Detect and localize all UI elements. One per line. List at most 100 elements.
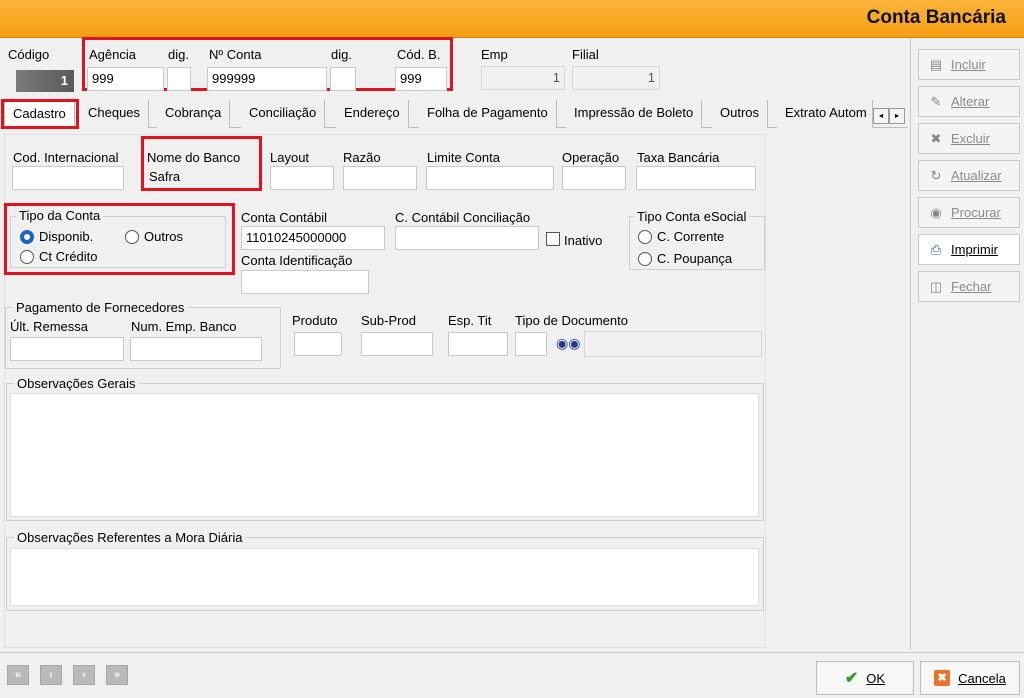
emp-label: Emp (481, 47, 508, 62)
cancel-icon: ✖ (934, 670, 951, 686)
limite-conta-label: Limite Conta (427, 150, 500, 165)
binoculars-icon: ◉ (930, 204, 942, 220)
tab-cobranca[interactable]: Cobrança (157, 100, 231, 128)
radio-conta-corrente[interactable] (638, 230, 652, 244)
title-bar: Conta Bancária (0, 0, 1024, 38)
conta-conciliacao-input[interactable] (395, 226, 539, 250)
nome-banco-input[interactable]: Safra (145, 166, 255, 190)
obs-mora-title: Observações Referentes a Mora Diária (14, 530, 246, 545)
incluir-button[interactable]: ▤ Incluir (918, 49, 1020, 80)
delete-icon: ✖ (930, 130, 942, 146)
printer-icon: ⎙ (930, 241, 942, 257)
alterar-button[interactable]: ✎ Alterar (918, 86, 1020, 117)
operacao-label: Operação (562, 150, 620, 165)
obs-gerais-textarea[interactable] (10, 393, 759, 517)
procurar-button[interactable]: ◉ Procurar (918, 197, 1020, 228)
first-record-icon[interactable]: « (7, 665, 29, 685)
limite-conta-input[interactable] (426, 166, 554, 190)
conta-label: Nº Conta (209, 47, 262, 62)
subprod-label: Sub-Prod (361, 313, 416, 328)
edit-icon: ✎ (930, 93, 942, 109)
conta-identificacao-input[interactable] (241, 270, 369, 294)
radio-conta-poupanca-label: C. Poupança (657, 251, 733, 266)
agencia-input[interactable]: 999 (87, 67, 164, 91)
previous-record-icon[interactable]: ‹ (40, 665, 62, 685)
num-emp-banco-label: Num. Emp. Banco (131, 319, 237, 334)
taxa-bancaria-label: Taxa Bancária (637, 150, 720, 165)
razao-label: Razão (343, 150, 381, 165)
radio-outros[interactable] (125, 230, 139, 244)
num-emp-banco-input[interactable] (130, 337, 262, 361)
fechar-button[interactable]: ◫ Fechar (918, 271, 1020, 302)
produto-input[interactable] (294, 332, 342, 356)
binoculars-icon[interactable]: ◉◉ (556, 335, 580, 353)
window-title: Conta Bancária (866, 7, 1006, 28)
pagamento-title: Pagamento de Fornecedores (13, 300, 188, 315)
agencia-dig-input[interactable] (167, 67, 191, 91)
filial-input: 1 (572, 66, 660, 90)
operacao-input[interactable] (562, 166, 626, 190)
layout-label: Layout (270, 150, 310, 165)
codigo-label: Código (8, 47, 50, 62)
cancel-button[interactable]: ✖ Cancela (920, 661, 1020, 695)
tipo-esocial-title: Tipo Conta eSocial (634, 209, 750, 224)
conta-contabil-label: Conta Contábil (241, 210, 327, 225)
last-record-icon[interactable]: » (106, 665, 128, 685)
tab-impressao-boleto[interactable]: Impressão de Boleto (566, 100, 703, 128)
obs-gerais-title: Observações Gerais (14, 376, 139, 391)
radio-disponib[interactable] (20, 230, 34, 244)
tab-extrato-automatico[interactable]: Extrato Autom (777, 100, 873, 128)
tab-scroll-left-icon[interactable]: ◂ (873, 108, 889, 124)
layout-input[interactable] (270, 166, 334, 190)
cod-internacional-input[interactable] (12, 166, 124, 190)
cod-internacional-label: Cod. Internacional (13, 150, 119, 165)
obs-mora-textarea[interactable] (10, 548, 759, 606)
tab-folha-pagamento[interactable]: Folha de Pagamento (419, 100, 557, 128)
tipo-documento-label: Tipo de Documento (515, 313, 628, 328)
radio-ct-credito-label: Ct Crédito (39, 249, 98, 264)
inativo-checkbox[interactable] (546, 232, 560, 246)
tab-endereco[interactable]: Endereço (336, 100, 409, 128)
codb-input[interactable]: 999 (395, 67, 447, 91)
excluir-button[interactable]: ✖ Excluir (918, 123, 1020, 154)
taxa-bancaria-input[interactable] (636, 166, 756, 190)
checkmark-icon: ✔ (844, 670, 859, 687)
subprod-input[interactable] (361, 332, 433, 356)
conta-contabil-input[interactable]: 11010245000000 (241, 226, 385, 250)
filial-label: Filial (572, 47, 599, 62)
highlight-tab-cadastro (1, 99, 79, 129)
esp-tit-input[interactable] (448, 332, 508, 356)
imprimir-button[interactable]: ⎙ Imprimir (918, 234, 1020, 265)
next-record-icon[interactable]: › (73, 665, 95, 685)
tipo-conta-title: Tipo da Conta (16, 208, 104, 223)
tab-cheques[interactable]: Cheques (80, 100, 150, 128)
tab-scroll-right-icon[interactable]: ▸ (889, 108, 905, 124)
ult-remessa-input[interactable] (10, 337, 124, 361)
tipo-documento-input[interactable] (515, 332, 547, 356)
refresh-icon: ↻ (930, 167, 942, 183)
radio-outros-label: Outros (144, 229, 184, 244)
radio-disponib-label: Disponib. (39, 229, 94, 244)
conta-identificacao-label: Conta Identificação (241, 253, 353, 268)
ok-button[interactable]: ✔ OK (816, 661, 914, 695)
tipo-documento-desc (584, 331, 762, 357)
tab-conciliacao[interactable]: Conciliação (241, 100, 326, 128)
razao-input[interactable] (343, 166, 417, 190)
conta-conciliacao-label: C. Contábil Conciliação (395, 210, 531, 225)
atualizar-button[interactable]: ↻ Atualizar (918, 160, 1020, 191)
tab-outros[interactable]: Outros (712, 100, 769, 128)
conta-dig-input[interactable] (330, 67, 356, 91)
conta-input[interactable]: 999999 (207, 67, 327, 91)
codb-label: Cód. B. (397, 47, 441, 62)
nome-banco-label: Nome do Banco (147, 150, 241, 165)
close-folder-icon: ◫ (929, 278, 943, 294)
radio-ct-credito[interactable] (20, 250, 34, 264)
document-icon: ▤ (929, 56, 943, 72)
codigo-field[interactable]: 1 (16, 70, 74, 92)
radio-conta-poupanca[interactable] (638, 252, 652, 266)
radio-conta-corrente-label: C. Corrente (657, 229, 725, 244)
inativo-label: Inativo (564, 233, 603, 248)
emp-input: 1 (481, 66, 565, 90)
agencia-dig-label: dig. (168, 47, 189, 62)
conta-dig-label: dig. (331, 47, 352, 62)
